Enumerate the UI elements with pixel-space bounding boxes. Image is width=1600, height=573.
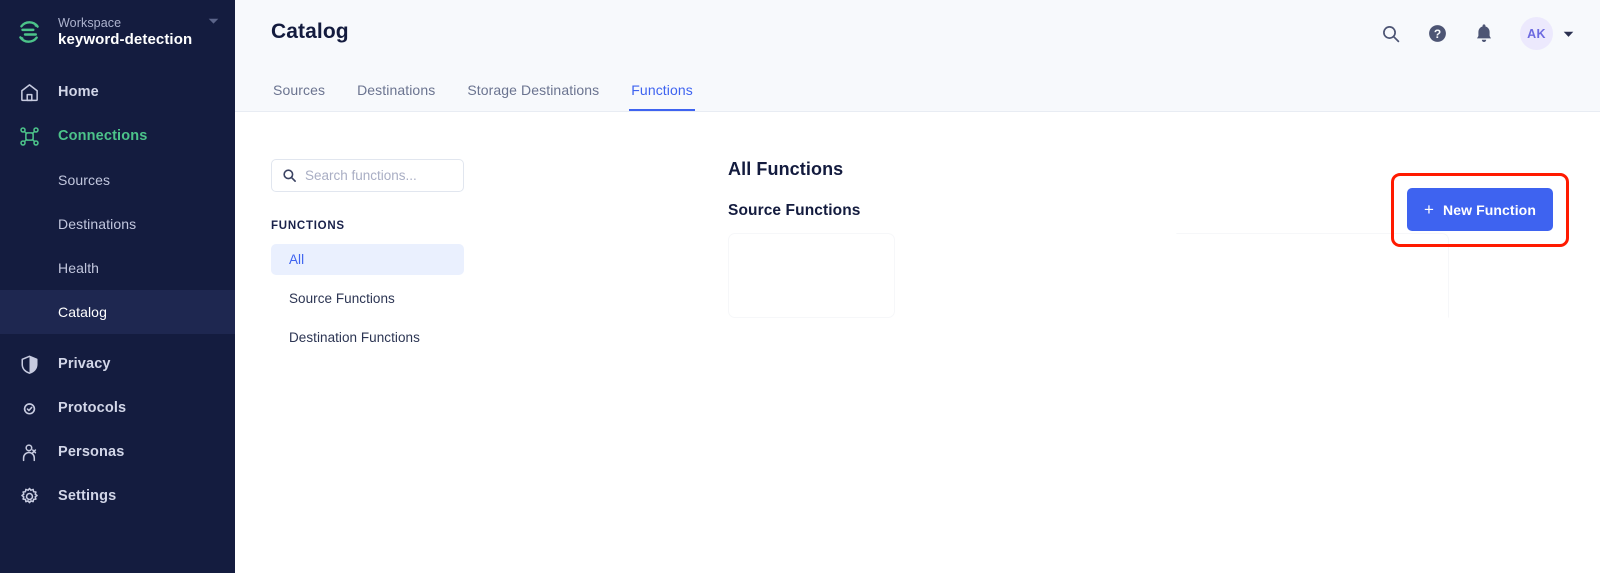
sidebar-item-privacy[interactable]: Privacy <box>0 342 235 386</box>
sidebar-subitem-label: Health <box>58 260 100 276</box>
search-functions-box[interactable] <box>271 159 464 192</box>
sidebar-item-settings[interactable]: Settings <box>0 474 235 518</box>
workspace-text: Workspace keyword-detection <box>58 16 203 49</box>
segment-logo-icon <box>14 17 44 47</box>
sidebar-subitem-label: Catalog <box>58 304 107 320</box>
sidebar-nav: Home Connections Sources Destinations He… <box>0 70 235 518</box>
function-card-placeholder <box>728 233 895 318</box>
top-bar: Catalog ? AK Sources Destinations Storag… <box>235 0 1600 112</box>
functions-filter-list: All Source Functions Destination Functio… <box>271 244 464 353</box>
svg-text:?: ? <box>1434 27 1441 41</box>
sidebar-subitem-label: Sources <box>58 172 111 188</box>
tab-functions[interactable]: Functions <box>629 82 695 111</box>
new-function-label: New Function <box>1443 201 1536 218</box>
chevron-down-icon[interactable] <box>1563 25 1574 43</box>
sidebar-subitem-destinations[interactable]: Destinations <box>0 202 235 246</box>
page-title: Catalog <box>271 20 349 43</box>
function-card-list <box>728 233 1564 318</box>
shield-icon <box>14 354 44 375</box>
search-icon <box>282 168 297 183</box>
sidebar-item-label: Protocols <box>58 400 127 416</box>
home-icon <box>14 82 44 103</box>
functions-results-panel: All Functions Source Functions + New Fun… <box>728 159 1569 318</box>
connections-nodes-icon <box>14 126 44 147</box>
all-functions-heading: All Functions <box>728 159 844 179</box>
function-card-placeholder <box>1176 233 1449 318</box>
search-icon[interactable] <box>1381 24 1401 44</box>
filter-item-source-functions[interactable]: Source Functions <box>271 283 464 314</box>
sidebar-item-label: Connections <box>58 128 148 144</box>
new-function-area: + New Function <box>1391 173 1569 247</box>
tab-sources[interactable]: Sources <box>271 82 327 111</box>
app-root: Workspace keyword-detection Home Connect… <box>0 0 1600 573</box>
sidebar-item-personas[interactable]: Personas <box>0 430 235 474</box>
gear-icon <box>14 486 44 507</box>
content-area: FUNCTIONS All Source Functions Destinati… <box>235 112 1600 573</box>
workspace-switcher[interactable]: Workspace keyword-detection <box>0 0 235 64</box>
help-circle-icon[interactable]: ? <box>1427 23 1448 44</box>
sidebar-item-label: Settings <box>58 488 117 504</box>
tab-storage-destinations[interactable]: Storage Destinations <box>465 82 601 111</box>
sidebar-item-protocols[interactable]: Protocols <box>0 386 235 430</box>
avatar: AK <box>1520 17 1553 50</box>
sidebar-item-label: Privacy <box>58 356 111 372</box>
bell-icon[interactable] <box>1474 23 1494 44</box>
catalog-tabs: Sources Destinations Storage Destination… <box>271 82 695 111</box>
functions-section-label: FUNCTIONS <box>271 220 345 232</box>
filter-item-all[interactable]: All <box>271 244 464 275</box>
user-menu[interactable]: AK <box>1520 17 1574 50</box>
sidebar-subitem-health[interactable]: Health <box>0 246 235 290</box>
persona-icon <box>14 442 44 463</box>
workspace-name: keyword-detection <box>58 31 193 49</box>
tab-destinations[interactable]: Destinations <box>355 82 437 111</box>
sidebar-subitem-label: Destinations <box>58 216 137 232</box>
sidebar-subitem-sources[interactable]: Sources <box>0 158 235 202</box>
functions-filter-panel: FUNCTIONS All Source Functions Destinati… <box>271 159 464 361</box>
chevron-down-icon[interactable] <box>205 18 221 25</box>
filter-item-destination-functions[interactable]: Destination Functions <box>271 322 464 353</box>
search-input[interactable] <box>305 168 445 183</box>
sidebar-item-connections[interactable]: Connections <box>0 114 235 158</box>
new-function-button[interactable]: + New Function <box>1407 188 1553 231</box>
sidebar: Workspace keyword-detection Home Connect… <box>0 0 235 573</box>
protocols-icon <box>14 398 44 419</box>
top-bar-icons: ? AK <box>1381 17 1574 50</box>
workspace-label: Workspace <box>58 15 122 30</box>
sidebar-subitem-catalog[interactable]: Catalog <box>0 290 235 334</box>
plus-icon: + <box>1423 200 1435 219</box>
sidebar-item-home[interactable]: Home <box>0 70 235 114</box>
sidebar-item-label: Home <box>58 84 99 100</box>
main-area: Catalog ? AK Sources Destinations Storag… <box>235 0 1600 573</box>
card-gap <box>923 233 1148 318</box>
sidebar-item-label: Personas <box>58 444 125 460</box>
